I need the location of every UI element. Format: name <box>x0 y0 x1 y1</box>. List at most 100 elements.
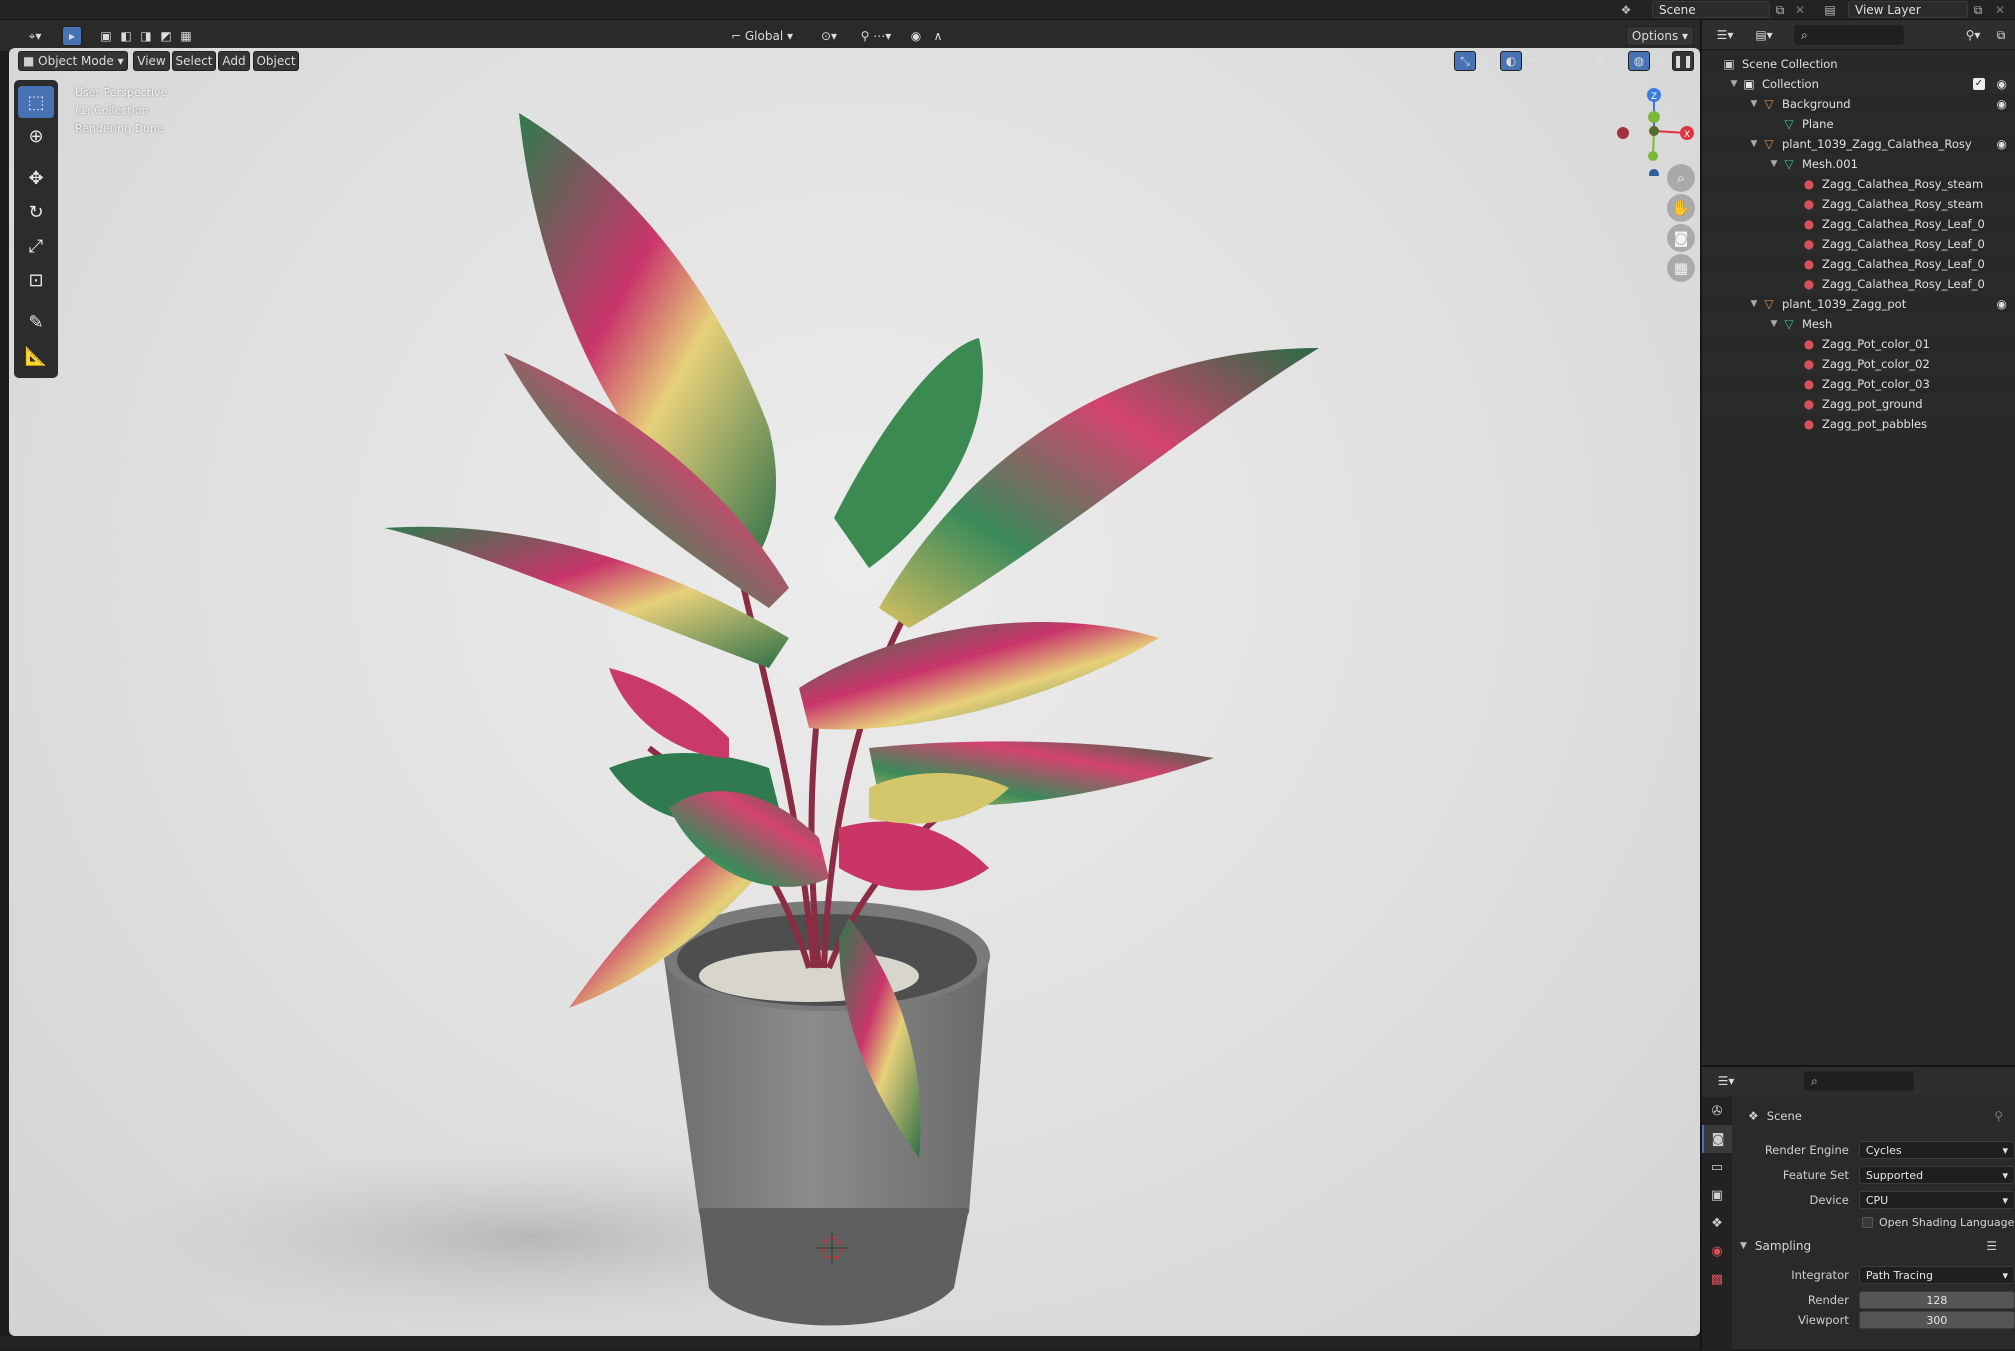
orientation-dropdown[interactable]: ⌐ Global ▾ <box>726 26 806 46</box>
tool-tab-icon[interactable]: ✇ <box>1702 1097 1732 1125</box>
outliner-row-material[interactable]: ● Zagg_pot_ground <box>1702 394 2015 414</box>
expand-arrow-icon[interactable]: ▼ <box>1728 79 1740 89</box>
select-extend-icon[interactable]: ◧ <box>116 26 136 46</box>
pan-hand-icon[interactable]: ✋ <box>1667 194 1695 222</box>
scene-icon[interactable]: ❖ <box>1618 2 1634 18</box>
outliner-row-collection[interactable]: ▼ ▣ Collection ✓ ◉ <box>1702 74 2015 94</box>
presets-icon[interactable]: ☰ <box>1986 1236 1997 1256</box>
viewport-samples-field[interactable]: 300 <box>1858 1311 2015 1329</box>
osl-checkbox[interactable] <box>1862 1216 1873 1228</box>
3d-viewport[interactable]: User Perspective (1) Collection Renderin… <box>9 48 1700 1336</box>
outliner-search-input[interactable]: ⌕ <box>1794 25 1904 45</box>
expand-arrow-icon[interactable]: ▼ <box>1748 299 1760 309</box>
delete-scene-icon[interactable]: ✕ <box>1792 2 1808 18</box>
outliner-row-material[interactable]: ● Zagg_Pot_color_03 <box>1702 374 2015 394</box>
editor-type-icon[interactable]: ⌖▾ <box>20 26 50 46</box>
outliner-row-material[interactable]: ● Zagg_Calathea_Rosy_Leaf_0 <box>1702 274 2015 294</box>
outliner-row-material[interactable]: ● Zagg_Pot_color_02 <box>1702 354 2015 374</box>
device-dropdown[interactable]: CPU ▾ <box>1858 1191 2015 1209</box>
view-layer-selector[interactable]: View Layer <box>1848 1 1968 18</box>
transform-icon[interactable]: ⊡ <box>18 264 54 296</box>
filter-icon[interactable]: ⚲▾ <box>1958 25 1988 45</box>
exclude-checkbox[interactable]: ✓ <box>1973 78 1985 90</box>
scale-icon[interactable]: ⤢ <box>18 230 54 262</box>
falloff-icon[interactable]: ∧ <box>928 26 948 46</box>
output-tab-icon[interactable]: ▭ <box>1702 1153 1732 1181</box>
new-view-layer-icon[interactable]: ⧉ <box>1970 2 1986 18</box>
ortho-grid-icon[interactable]: ▦ <box>1667 254 1695 282</box>
annotate-icon[interactable]: ✎ <box>18 306 54 338</box>
select-subtract-icon[interactable]: ◨ <box>136 26 156 46</box>
integrator-dropdown[interactable]: Path Tracing ▾ <box>1858 1266 2015 1284</box>
xray-toggle-icon[interactable]: ◫ <box>1544 51 1566 71</box>
outliner-row-mesh[interactable]: ▼ ▽ Mesh <box>1702 314 2015 334</box>
y-axis-handle[interactable] <box>1648 111 1660 123</box>
expand-arrow-icon[interactable]: ▼ <box>1768 319 1780 329</box>
cursor-icon[interactable]: ⊕ <box>18 120 54 152</box>
new-scene-icon[interactable]: ⧉ <box>1772 2 1788 18</box>
eye-icon[interactable]: ◉ <box>1997 297 2007 311</box>
outliner-row-material[interactable]: ● Zagg_Pot_color_01 <box>1702 334 2015 354</box>
rotate-icon[interactable]: ↻ <box>18 196 54 228</box>
select-box-icon[interactable]: ⬚ <box>18 86 54 118</box>
expand-arrow-icon[interactable]: ▼ <box>1748 99 1760 109</box>
pivot-dropdown[interactable]: ⊙▾ <box>814 26 844 46</box>
outliner-row-material[interactable]: ● Zagg_Calathea_Rosy_Leaf_0 <box>1702 254 2015 274</box>
expand-arrow-icon[interactable]: ▼ <box>1748 139 1760 149</box>
proportional-edit-icon[interactable]: ◉ <box>906 26 926 46</box>
mode-dropdown[interactable]: ■ Object Mode ▾ <box>18 51 128 71</box>
overlays-toggle-icon[interactable]: ◐ <box>1500 51 1522 71</box>
neg-y-axis-handle[interactable] <box>1648 151 1658 161</box>
scene-collection-row[interactable]: ▣ Scene Collection <box>1720 54 2015 74</box>
outliner-row-object[interactable]: ▼ ▽ plant_1039_Zagg_Calathea_Rosy ◉ <box>1702 134 2015 154</box>
outliner-row-material[interactable]: ● Zagg_Calathea_Rosy_steam <box>1702 194 2015 214</box>
outliner-row-material[interactable]: ● Zagg_Calathea_Rosy_Leaf_0 <box>1702 214 2015 234</box>
eye-icon[interactable]: ◉ <box>1997 137 2007 151</box>
menu-add[interactable]: Add <box>218 51 250 71</box>
scene-tab-icon[interactable]: ❖ <box>1702 1209 1732 1237</box>
outliner-row-mesh[interactable]: ▼ ▽ Mesh.001 <box>1702 154 2015 174</box>
outliner-row-material[interactable]: ● Zagg_Calathea_Rosy_Leaf_0 <box>1702 234 2015 254</box>
navigation-gizmo[interactable]: Z X <box>1609 86 1699 176</box>
view-layer-tab-icon[interactable]: ▣ <box>1702 1181 1732 1209</box>
menu-view[interactable]: View <box>133 51 170 71</box>
properties-editor-icon[interactable]: ☰▾ <box>1712 1071 1740 1091</box>
tool-select-icon[interactable]: ▸ <box>62 26 82 46</box>
outliner-row-object[interactable]: ▼ ▽ plant_1039_Zagg_pot ◉ <box>1702 294 2015 314</box>
sampling-panel-header[interactable]: ▼ Sampling ☰ <box>1732 1235 2015 1257</box>
expand-arrow-icon[interactable]: ▼ <box>1768 159 1780 169</box>
shading-material-icon[interactable]: ◕ <box>1608 51 1630 71</box>
zoom-icon[interactable]: ⌕ <box>1667 164 1695 192</box>
menu-select[interactable]: Select <box>172 51 216 71</box>
display-mode-icon[interactable]: ▤▾ <box>1750 25 1778 45</box>
outliner-row-mesh[interactable]: ▽ Plane <box>1702 114 2015 134</box>
pin-icon[interactable]: ⚲ <box>1994 1106 2003 1126</box>
shading-rendered-icon[interactable]: ◍ <box>1628 51 1650 71</box>
camera-view-icon[interactable]: ◙ <box>1667 224 1695 252</box>
texture-tab-icon[interactable]: ▩ <box>1702 1265 1732 1293</box>
properties-search-input[interactable]: ⌕ <box>1804 1071 1914 1091</box>
select-new-icon[interactable]: ▣ <box>96 26 116 46</box>
feature-set-dropdown[interactable]: Supported ▾ <box>1858 1166 2015 1184</box>
eye-icon[interactable]: ◉ <box>1997 77 2007 91</box>
render-samples-field[interactable]: 128 <box>1858 1291 2015 1309</box>
scene-selector[interactable]: Scene <box>1652 1 1770 18</box>
gizmo-dropdown[interactable]: ▾ <box>1476 51 1494 71</box>
eye-icon[interactable]: ◉ <box>1997 97 2007 111</box>
visibility-dropdown[interactable]: ◔▾ <box>1416 51 1452 71</box>
delete-view-layer-icon[interactable]: ✕ <box>1992 2 2008 18</box>
shading-solid-icon[interactable]: ● <box>1588 51 1610 71</box>
move-icon[interactable]: ✥ <box>18 162 54 194</box>
select-intersect-icon[interactable]: ▦ <box>176 26 196 46</box>
shading-wireframe-icon[interactable]: ⊕ <box>1568 51 1590 71</box>
overlays-dropdown[interactable]: ▾ <box>1522 51 1540 71</box>
world-tab-icon[interactable]: ◉ <box>1702 1237 1732 1265</box>
render-engine-dropdown[interactable]: Cycles ▾ <box>1858 1141 2015 1159</box>
outliner-row-object[interactable]: ▼ ▽ Background ◉ <box>1702 94 2015 114</box>
outliner-row-material[interactable]: ● Zagg_pot_pabbles <box>1702 414 2015 434</box>
neg-x-axis-handle[interactable] <box>1617 127 1629 139</box>
measure-icon[interactable]: 📐 <box>18 340 54 372</box>
outliner-editor-icon[interactable]: ☰▾ <box>1712 25 1738 45</box>
select-invert-icon[interactable]: ◩ <box>156 26 176 46</box>
new-collection-icon[interactable]: ⧉ <box>1990 25 2012 45</box>
